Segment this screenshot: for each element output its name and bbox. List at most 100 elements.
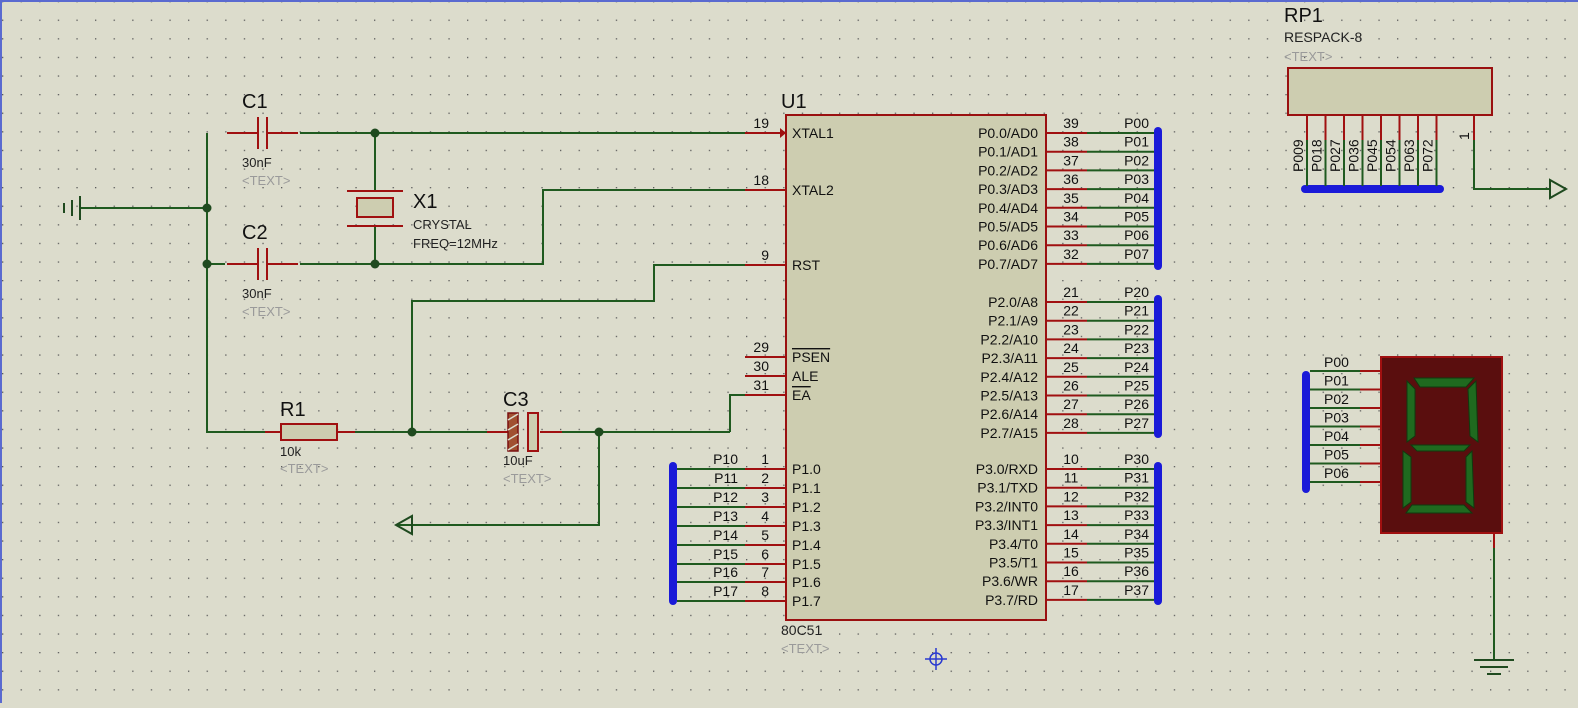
net-label: P25 bbox=[1124, 378, 1149, 394]
pin-name: P0.5/AD5 bbox=[978, 219, 1038, 235]
pin-name: P3.5/T1 bbox=[989, 555, 1038, 571]
pin-number: 26 bbox=[1063, 378, 1079, 394]
net-label: P04 bbox=[1124, 190, 1149, 206]
pin-number: 24 bbox=[1063, 340, 1079, 356]
pin-name: P0.6/AD6 bbox=[978, 237, 1038, 253]
net-label: P04 bbox=[1324, 428, 1349, 444]
pin-number: 1 bbox=[761, 451, 769, 467]
pin-number: 7 bbox=[761, 564, 769, 580]
u1-ref: U1 bbox=[781, 91, 807, 113]
net-label: P00 bbox=[1124, 115, 1149, 131]
pin-number: 25 bbox=[1063, 359, 1079, 375]
pin-name: P2.7/A15 bbox=[980, 425, 1038, 441]
pin-number: 22 bbox=[1063, 303, 1079, 319]
pin-number: 16 bbox=[1063, 563, 1079, 579]
pin-number: 31 bbox=[753, 377, 769, 393]
pin-number: 8 bbox=[761, 583, 769, 599]
pin-name: P1.0 bbox=[792, 461, 821, 477]
pin-number: 30 bbox=[753, 358, 769, 374]
pin-number: 33 bbox=[1063, 227, 1079, 243]
net-label: P17 bbox=[713, 583, 738, 599]
pin-name: P3.6/WR bbox=[982, 573, 1038, 589]
pin-number: 15 bbox=[1063, 545, 1079, 561]
pin-name: P3.7/RD bbox=[985, 592, 1038, 608]
net-label: P027 bbox=[1327, 139, 1343, 172]
rp1-common-pin: 1 bbox=[1456, 132, 1472, 140]
net-label: P00 bbox=[1324, 354, 1349, 370]
net-label: P05 bbox=[1324, 447, 1349, 463]
net-label: P11 bbox=[714, 470, 738, 486]
pin-name: P1.1 bbox=[792, 480, 821, 496]
net-label: P34 bbox=[1124, 526, 1149, 542]
pin-number: 37 bbox=[1063, 152, 1079, 168]
pin-number: 32 bbox=[1063, 246, 1079, 262]
r1-value: 10k bbox=[280, 444, 301, 459]
c1-value: 30nF bbox=[242, 155, 272, 170]
pin-name: P2.3/A11 bbox=[981, 350, 1038, 366]
pin-number: 34 bbox=[1063, 209, 1079, 225]
net-label: P072 bbox=[1420, 139, 1436, 172]
net-label: P054 bbox=[1383, 139, 1399, 172]
pin-name: P0.2/AD2 bbox=[978, 162, 1038, 178]
net-label: P23 bbox=[1124, 340, 1149, 356]
pin-number: 12 bbox=[1063, 488, 1079, 504]
pin-name: P2.2/A10 bbox=[980, 331, 1038, 347]
pin-number: 14 bbox=[1063, 526, 1079, 542]
net-label: P14 bbox=[713, 527, 738, 543]
net-label: P018 bbox=[1309, 139, 1325, 172]
pin-name: XTAL2 bbox=[792, 182, 834, 198]
pin-number: 29 bbox=[753, 339, 769, 355]
rp1-ref: RP1 bbox=[1284, 5, 1323, 27]
net-label: P12 bbox=[713, 489, 738, 505]
pin-name: P2.4/A12 bbox=[980, 369, 1038, 385]
x1-freq: FREQ=12MHz bbox=[413, 236, 498, 251]
schematic-canvas[interactable]: C1 30nF <TEXT> C2 30nF <TEXT> X1 CRYSTAL… bbox=[0, 0, 1578, 703]
pin-number: 3 bbox=[761, 489, 769, 505]
net-label: P26 bbox=[1124, 396, 1149, 412]
r1-ref: R1 bbox=[280, 399, 306, 421]
pin-name: P1.5 bbox=[792, 556, 821, 572]
pin-name: P1.2 bbox=[792, 499, 821, 515]
pin-number: 36 bbox=[1063, 171, 1079, 187]
pin-number: 38 bbox=[1063, 134, 1079, 150]
pin-name: P1.6 bbox=[792, 574, 821, 590]
net-label: P21 bbox=[1124, 303, 1149, 319]
pin-number: 17 bbox=[1063, 582, 1079, 598]
pin-name: P0.7/AD7 bbox=[978, 256, 1038, 272]
net-label: P30 bbox=[1124, 451, 1149, 467]
net-label: P05 bbox=[1124, 209, 1149, 225]
x1-type: CRYSTAL bbox=[413, 217, 472, 232]
pin-number: 2 bbox=[761, 470, 769, 486]
net-label: P31 bbox=[1124, 470, 1149, 486]
pin-name: P2.0/A8 bbox=[988, 294, 1038, 310]
net-label: P06 bbox=[1324, 465, 1349, 481]
net-label: P32 bbox=[1124, 488, 1149, 504]
c2-text: <TEXT> bbox=[242, 304, 290, 319]
pin-name: P2.1/A9 bbox=[988, 313, 1038, 329]
pin-number: 10 bbox=[1063, 451, 1079, 467]
net-label: P02 bbox=[1124, 152, 1149, 168]
rp1-text: <TEXT> bbox=[1284, 49, 1332, 64]
net-label: P22 bbox=[1124, 321, 1149, 337]
pin-name: P3.2/INT0 bbox=[975, 498, 1038, 514]
rp1-part: RESPACK-8 bbox=[1284, 29, 1363, 45]
pin-number: 27 bbox=[1063, 396, 1079, 412]
net-label: P009 bbox=[1290, 139, 1306, 172]
net-label: P03 bbox=[1324, 410, 1349, 426]
net-label: P10 bbox=[713, 451, 738, 467]
pin-name: P1.7 bbox=[792, 593, 821, 609]
net-label: P16 bbox=[713, 564, 738, 580]
rp1-body bbox=[1287, 67, 1493, 116]
net-label: P15 bbox=[713, 546, 738, 562]
pin-name: XTAL1 bbox=[792, 125, 834, 141]
pin-name: P0.1/AD1 bbox=[978, 144, 1038, 160]
c3-value: 10uF bbox=[503, 453, 533, 468]
net-label: P01 bbox=[1124, 134, 1149, 150]
pin-name: RST bbox=[792, 257, 820, 273]
net-label: P33 bbox=[1124, 507, 1149, 523]
net-label: P045 bbox=[1364, 139, 1380, 172]
pin-number: 19 bbox=[753, 115, 769, 131]
net-label: P063 bbox=[1401, 139, 1417, 172]
pin-number: 6 bbox=[761, 546, 769, 562]
net-label: P02 bbox=[1324, 391, 1349, 407]
